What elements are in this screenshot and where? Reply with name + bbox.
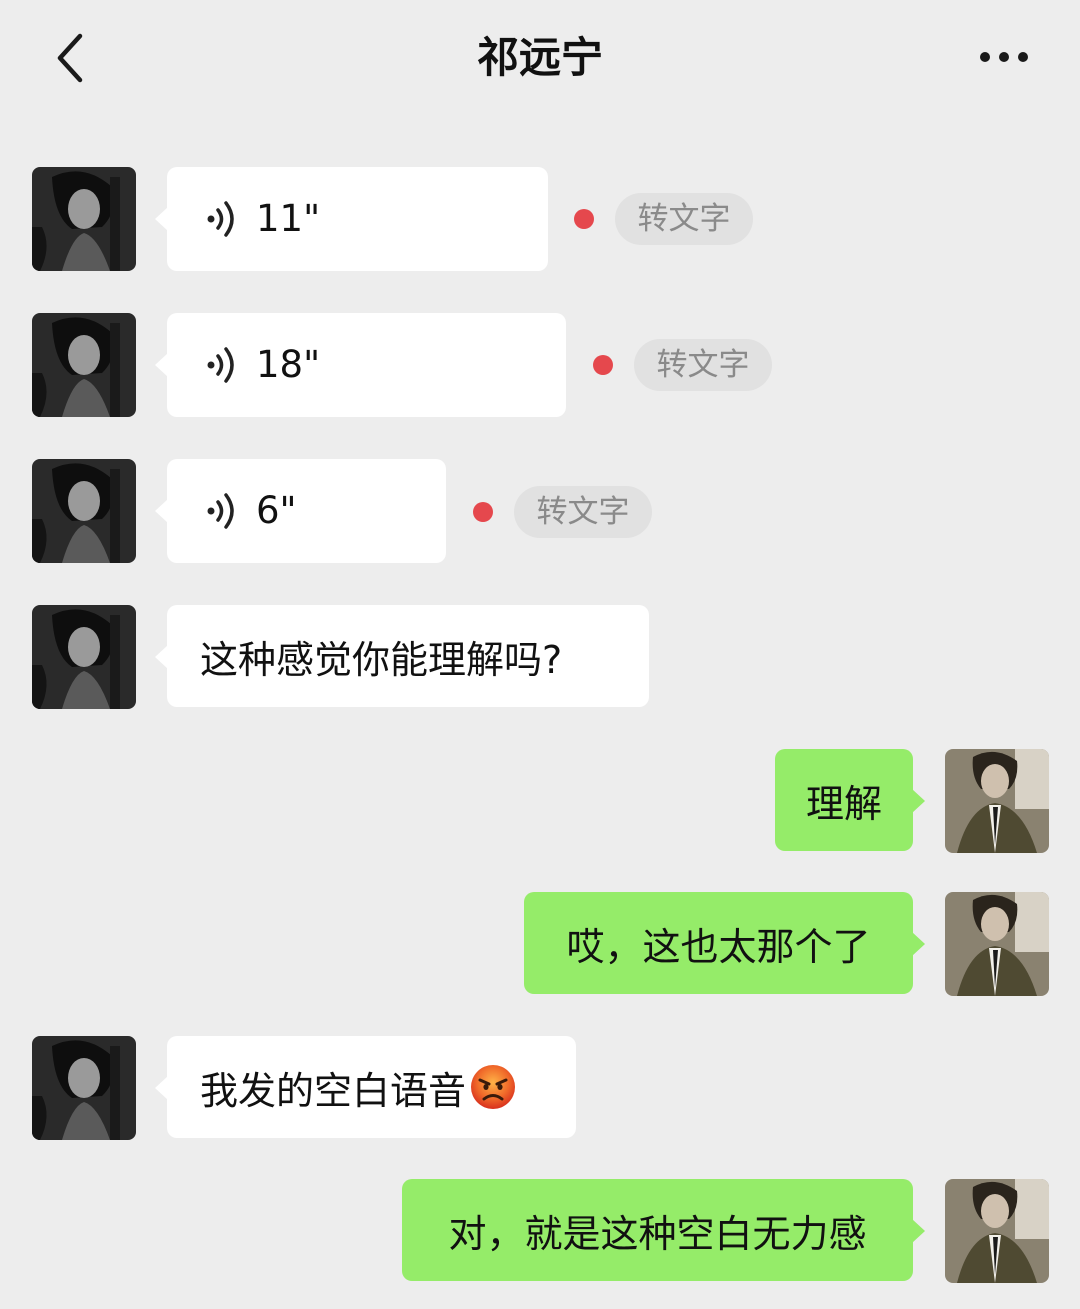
transcribe-button[interactable]: 转文字	[634, 339, 772, 391]
message-text: 我发的空白语音	[200, 1068, 467, 1113]
text-message-bubble[interactable]: 这种感觉你能理解吗?	[155, 605, 649, 707]
ellipsis-icon	[980, 52, 1028, 62]
chat-header: 祁远宁	[0, 0, 1080, 116]
contact-avatar[interactable]	[32, 605, 136, 709]
voice-duration: 6"	[256, 489, 297, 532]
chat-title: 祁远宁	[476, 33, 603, 82]
text-message-bubble[interactable]: 对，就是这种空白无力感	[402, 1179, 925, 1281]
message-text: 哎，这也太那个了	[566, 924, 871, 969]
text-message-bubble[interactable]: 哎，这也太那个了	[524, 892, 925, 994]
unread-dot	[593, 355, 613, 375]
self-avatar[interactable]	[945, 892, 1049, 996]
message-text: 对，就是这种空白无力感	[448, 1211, 867, 1256]
voice-message-bubble[interactable]: 11"	[155, 167, 548, 271]
voice-duration: 18"	[256, 343, 321, 386]
message-text: 这种感觉你能理解吗?	[200, 637, 563, 682]
contact-avatar[interactable]	[32, 313, 136, 417]
contact-avatar[interactable]	[32, 1036, 136, 1140]
more-button[interactable]	[975, 40, 1035, 74]
self-avatar[interactable]	[945, 1179, 1049, 1283]
voice-wave-icon	[207, 201, 234, 237]
unread-dot	[473, 502, 493, 522]
angry-face-emoji	[471, 1065, 516, 1109]
text-message-bubble[interactable]: 理解	[775, 749, 925, 851]
contact-avatar[interactable]	[32, 167, 136, 271]
self-avatar[interactable]	[945, 749, 1049, 853]
voice-wave-icon	[207, 347, 234, 383]
message-text: 理解	[805, 781, 882, 826]
voice-message-bubble[interactable]: 6"	[155, 459, 446, 563]
voice-duration: 11"	[256, 197, 321, 240]
contact-avatar[interactable]	[32, 459, 136, 563]
text-message-bubble[interactable]: 我发的空白语音	[155, 1036, 576, 1138]
voice-wave-icon	[207, 493, 234, 529]
transcribe-button[interactable]: 转文字	[615, 193, 753, 245]
voice-message-bubble[interactable]: 18"	[155, 313, 566, 417]
unread-dot	[574, 209, 594, 229]
transcribe-button[interactable]: 转文字	[514, 486, 652, 538]
